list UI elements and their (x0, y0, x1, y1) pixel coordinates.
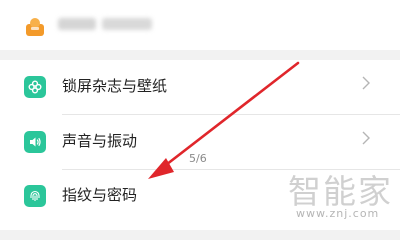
speaker-icon (24, 131, 46, 153)
menu-item-label: 声音与振动 (62, 132, 138, 150)
flower-icon (24, 76, 46, 98)
section-gap (0, 50, 400, 60)
fingerprint-icon (24, 185, 46, 207)
chevron-right-icon (362, 76, 370, 90)
page-indicator: 5/6 (189, 152, 207, 165)
menu-item-lockscreen[interactable]: 锁屏杂志与壁纸 (0, 60, 400, 114)
watermark-url: www.znj.com (296, 207, 380, 220)
account-header[interactable] (0, 0, 400, 50)
account-name-blur (58, 14, 154, 34)
watermark-text: 智能家 (288, 172, 393, 211)
account-icon (26, 18, 44, 36)
menu-item-label: 指纹与密码 (62, 186, 138, 204)
chevron-right-icon (362, 131, 370, 145)
menu-item-label: 锁屏杂志与壁纸 (62, 77, 168, 95)
